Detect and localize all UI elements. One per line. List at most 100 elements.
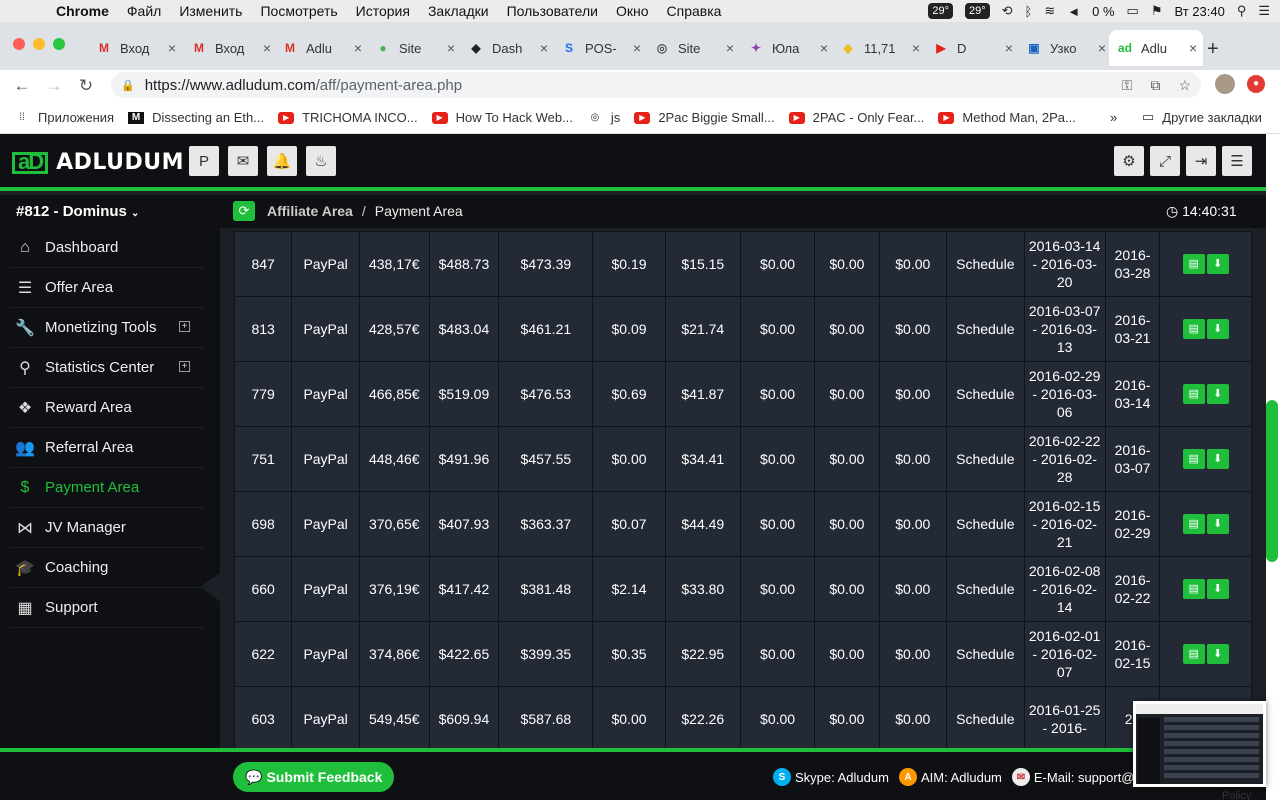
browser-tab[interactable]: ▶ D × — [925, 30, 1013, 66]
sidebar-item-statistics-center[interactable]: ⚲ Statistics Center + — [10, 348, 204, 388]
invoice-icon[interactable]: ▤ — [1182, 384, 1205, 404]
menu-item[interactable]: Закладки — [428, 3, 489, 19]
battery-icon[interactable]: ▭ — [1127, 3, 1139, 19]
new-tab-button[interactable]: + — [1207, 38, 1219, 61]
adludum-logo[interactable]: aD ADLUDUM — [12, 150, 184, 175]
invoice-icon[interactable]: ▤ — [1182, 449, 1205, 469]
sidebar-item-monetizing-tools[interactable]: 🔧 Monetizing Tools + — [10, 308, 204, 348]
sidebar-item-offer-area[interactable]: ☰ Offer Area — [10, 268, 204, 308]
forward-icon[interactable]: → — [38, 76, 70, 96]
browser-tab[interactable]: M Вход × — [88, 30, 176, 66]
other-bookmarks[interactable]: ▭ Другие закладки — [1142, 109, 1262, 125]
sidebar-item-payment-area[interactable]: $ Payment Area — [10, 468, 204, 508]
bookmark-item[interactable]: ▶ 2Pac Biggie Small... — [634, 110, 775, 125]
close-icon[interactable]: × — [1005, 40, 1013, 56]
profile-avatar[interactable] — [1215, 74, 1235, 94]
close-icon[interactable]: × — [540, 40, 548, 56]
sidebar-item-referral-area[interactable]: 👥 Referral Area — [10, 428, 204, 468]
logout-icon[interactable]: ⇥ — [1186, 146, 1216, 176]
wifi-icon[interactable]: ≋ — [1044, 3, 1055, 19]
battery-percent[interactable]: 0 % — [1092, 4, 1114, 19]
user-dropdown[interactable]: #812 - Dominus ⌄ — [16, 203, 139, 220]
browser-tab[interactable]: ◈ 11,71 × — [832, 30, 920, 66]
bookmark-item[interactable]: ▶ 2PAC - Only Fear... — [788, 110, 924, 125]
browser-tab[interactable]: ◎ Site × — [646, 30, 734, 66]
address-bar[interactable]: 🔒 https://www.adludum.com/aff/payment-ar… — [111, 72, 1201, 98]
translate-icon[interactable]: ⧉ — [1150, 77, 1160, 94]
skype-contact[interactable]: S Skype: Adludum — [773, 768, 889, 786]
download-icon[interactable]: ⬇ — [1206, 644, 1229, 664]
minimize-window-button[interactable] — [33, 38, 45, 50]
close-icon[interactable]: × — [726, 40, 734, 56]
temp-indicator-1[interactable]: 29° — [928, 3, 953, 19]
bookmark-item[interactable]: ◎ js — [587, 110, 621, 125]
browser-tab[interactable]: M Adlu × — [274, 30, 362, 66]
close-icon[interactable]: × — [1189, 40, 1197, 56]
bluetooth-icon[interactable]: ᛒ — [1025, 4, 1033, 19]
invoice-icon[interactable]: ▤ — [1182, 254, 1205, 274]
time-machine-icon[interactable]: ⟲ — [1002, 3, 1013, 19]
expand-icon[interactable]: + — [179, 361, 190, 372]
bookmark-item[interactable]: M Dissecting an Eth... — [128, 110, 264, 125]
zoom-window-button[interactable] — [53, 38, 65, 50]
sidebar-item-jv-manager[interactable]: ⋈ JV Manager — [10, 508, 204, 548]
download-icon[interactable]: ⬇ — [1206, 514, 1229, 534]
menu-icon[interactable]: ☰ — [1222, 146, 1252, 176]
close-icon[interactable]: × — [1098, 40, 1106, 56]
sidebar-item-support[interactable]: ▦ Support — [10, 588, 204, 628]
expand-icon[interactable]: + — [179, 321, 190, 332]
sidebar-item-reward-area[interactable]: ❖ Reward Area — [10, 388, 204, 428]
browser-tab[interactable]: ✦ Юла × — [740, 30, 828, 66]
invoice-icon[interactable]: ▤ — [1182, 579, 1205, 599]
submit-feedback-button[interactable]: 💬 Submit Feedback — [233, 762, 395, 792]
temp-indicator-2[interactable]: 29° — [964, 3, 990, 19]
invoice-icon[interactable]: ▤ — [1182, 514, 1205, 534]
menu-item[interactable]: История — [356, 3, 410, 19]
download-icon[interactable]: ⬇ — [1206, 384, 1229, 404]
breadcrumb-parent[interactable]: Affiliate Area — [267, 203, 353, 219]
back-icon[interactable]: ← — [6, 76, 38, 96]
policy-link[interactable]: Policy — [1222, 790, 1251, 800]
close-icon[interactable]: × — [354, 40, 362, 56]
bell-icon[interactable]: 🔔 — [267, 146, 297, 176]
close-icon[interactable]: × — [447, 40, 455, 56]
browser-tab[interactable]: ad Adlu × — [1109, 30, 1203, 66]
browser-tab[interactable]: ▣ Узко × — [1018, 30, 1106, 66]
menu-item[interactable]: Посмотреть — [260, 3, 337, 19]
reload-icon[interactable]: ↻ — [70, 76, 102, 96]
screenshot-thumbnail[interactable] — [1133, 701, 1266, 787]
menu-item[interactable]: Пользователи — [507, 3, 598, 19]
browser-tab[interactable]: ● Site × — [367, 30, 455, 66]
page-scrollbar-thumb[interactable] — [1266, 400, 1278, 562]
refresh-icon[interactable]: ⟳ — [233, 201, 255, 221]
close-icon[interactable]: × — [168, 40, 176, 56]
menu-app-name[interactable]: Chrome — [56, 3, 109, 19]
bookmark-star-icon[interactable]: ☆ — [1178, 77, 1191, 94]
flag-icon[interactable]: ⚑ — [1151, 3, 1163, 19]
browser-tab[interactable]: ◆ Dash × — [460, 30, 548, 66]
download-icon[interactable]: ⬇ — [1206, 449, 1229, 469]
extension-icon[interactable]: ● — [1247, 75, 1265, 93]
bookmark-item[interactable]: ▶ Method Man, 2Pa... — [938, 110, 1076, 125]
close-icon[interactable]: × — [820, 40, 828, 56]
key-icon[interactable]: ⚿ — [1122, 77, 1133, 94]
invoice-icon[interactable]: ▤ — [1182, 644, 1205, 664]
menu-item[interactable]: Изменить — [179, 3, 242, 19]
spotlight-icon[interactable]: ⚲ — [1237, 3, 1247, 19]
menu-item[interactable]: Окно — [616, 3, 649, 19]
system-clock[interactable]: Вт 23:40 — [1174, 4, 1224, 19]
aim-contact[interactable]: A AIM: Adludum — [898, 768, 1002, 786]
fire-icon[interactable]: ♨ — [306, 146, 336, 176]
settings-icon[interactable]: ⚙ — [1114, 146, 1144, 176]
fullscreen-icon[interactable]: ⤢ — [1150, 146, 1180, 176]
close-icon[interactable]: × — [263, 40, 271, 56]
close-icon[interactable]: × — [633, 40, 641, 56]
browser-tab[interactable]: S POS- × — [553, 30, 641, 66]
menu-item[interactable]: Файл — [127, 3, 161, 19]
download-icon[interactable]: ⬇ — [1206, 319, 1229, 339]
bookmark-item[interactable]: ▶ TRICHOMA INCO... — [278, 110, 418, 125]
close-icon[interactable]: × — [912, 40, 920, 56]
notification-center-icon[interactable]: ☰ — [1258, 3, 1270, 19]
bookmark-item[interactable]: ⁞⁞ Приложения — [14, 110, 114, 125]
download-icon[interactable]: ⬇ — [1206, 254, 1229, 274]
